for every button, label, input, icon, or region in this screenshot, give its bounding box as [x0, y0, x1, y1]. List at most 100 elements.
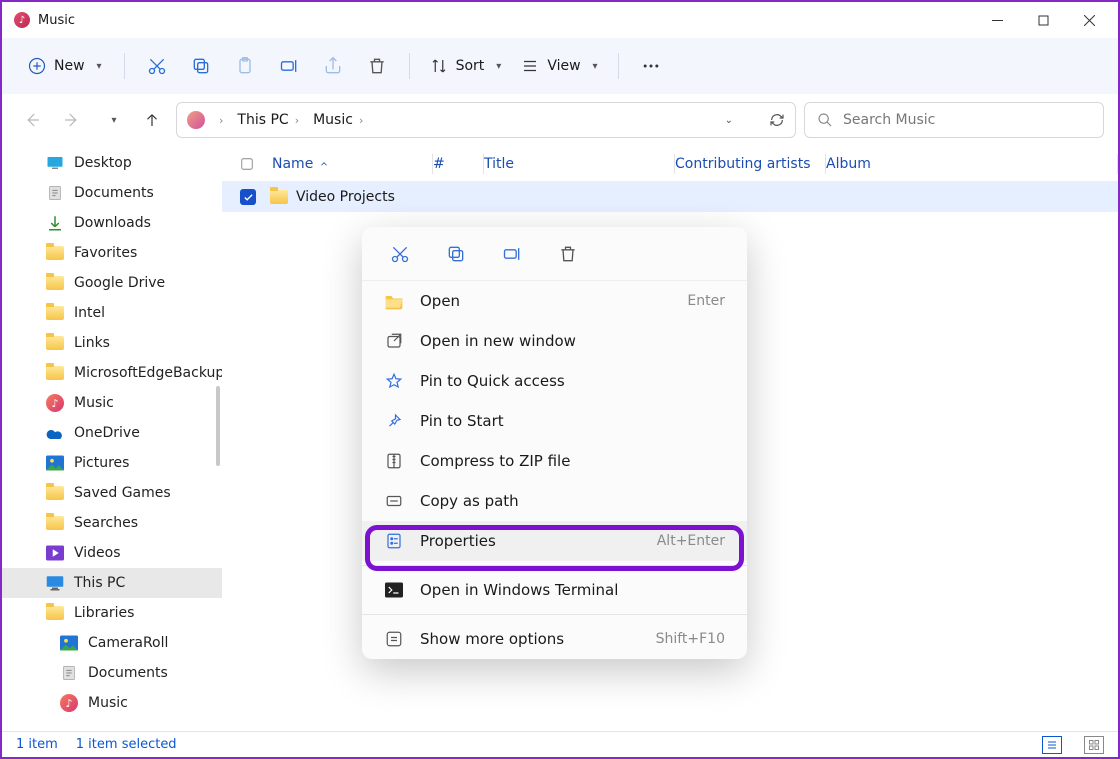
column-album[interactable]: Album: [826, 156, 1117, 172]
ctx-copy-as-path[interactable]: Copy as path: [362, 481, 747, 521]
sidebar-item-intel[interactable]: Intel: [2, 298, 222, 328]
folder-icon: [46, 364, 64, 382]
ctx-item-label: Open in new window: [420, 332, 576, 350]
ctx-properties[interactable]: PropertiesAlt+Enter: [362, 521, 747, 561]
thumbnails-view-button[interactable]: [1084, 736, 1104, 754]
properties-icon: [384, 531, 404, 551]
file-row[interactable]: Video Projects: [222, 182, 1118, 212]
delete-button[interactable]: [355, 46, 399, 86]
back-button[interactable]: [16, 104, 48, 136]
sidebar-item-onedrive[interactable]: OneDrive: [2, 418, 222, 448]
path-icon: [384, 491, 404, 511]
sidebar-item-saved-games[interactable]: Saved Games: [2, 478, 222, 508]
sidebar-item-cameraroll[interactable]: CameraRoll: [2, 628, 222, 658]
sidebar-item-downloads[interactable]: Downloads: [2, 208, 222, 238]
sidebar-item-documents[interactable]: Documents: [2, 658, 222, 688]
folder-icon: [46, 274, 64, 292]
sort-label: Sort: [456, 58, 485, 74]
sidebar-item-label: Links: [74, 335, 110, 351]
address-bar[interactable]: › This PC› Music› ⌄: [176, 102, 796, 138]
sidebar-item-label: Favorites: [74, 245, 137, 261]
sidebar-item-label: Searches: [74, 515, 138, 531]
chevron-down-icon: ▾: [593, 61, 598, 72]
search-box[interactable]: Search Music: [804, 102, 1104, 138]
sort-asc-icon: [319, 159, 329, 169]
copy-button[interactable]: [179, 46, 223, 86]
sidebar-item-music[interactable]: ♪Music: [2, 388, 222, 418]
zip-icon: [384, 451, 404, 471]
view-button[interactable]: View ▾: [511, 51, 607, 81]
column-number[interactable]: #: [433, 156, 483, 172]
ctx-item-label: Copy as path: [420, 492, 519, 510]
address-dropdown[interactable]: ⌄: [725, 115, 733, 126]
chevron-right-icon: ›: [219, 114, 223, 127]
sidebar-item-label: Documents: [74, 185, 154, 201]
sidebar-item-libraries[interactable]: Libraries: [2, 598, 222, 628]
sidebar-item-label: OneDrive: [74, 425, 140, 441]
recent-dropdown[interactable]: ▾: [96, 104, 128, 136]
sidebar-item-label: Music: [88, 695, 128, 711]
ctx-show-more-options[interactable]: Show more optionsShift+F10: [362, 619, 747, 659]
details-view-button[interactable]: [1042, 736, 1062, 754]
sidebar-item-favorites[interactable]: Favorites: [2, 238, 222, 268]
row-checkbox[interactable]: [240, 189, 256, 205]
title-bar: ♪ Music: [2, 2, 1118, 38]
window-title: Music: [38, 13, 75, 28]
share-button[interactable]: [311, 46, 355, 86]
column-title[interactable]: Title: [484, 156, 674, 172]
sidebar-item-label: Documents: [88, 665, 168, 681]
folder-icon: [46, 244, 64, 262]
ctx-pin-to-start[interactable]: Pin to Start: [362, 401, 747, 441]
paste-button[interactable]: [223, 46, 267, 86]
cut-button[interactable]: [135, 46, 179, 86]
videos-icon: [46, 544, 64, 562]
ctx-copy-button[interactable]: [438, 236, 474, 272]
ctx-delete-button[interactable]: [550, 236, 586, 272]
sidebar-item-pictures[interactable]: Pictures: [2, 448, 222, 478]
column-header: Name # Title Contributing artists Album: [222, 146, 1118, 182]
ctx-item-label: Compress to ZIP file: [420, 452, 570, 470]
sidebar-item-label: Libraries: [74, 605, 134, 621]
more-button[interactable]: [629, 46, 673, 86]
sidebar-item-links[interactable]: Links: [2, 328, 222, 358]
sort-button[interactable]: Sort ▾: [420, 51, 512, 81]
sidebar-item-this-pc[interactable]: This PC: [2, 568, 222, 598]
sidebar-item-label: Saved Games: [74, 485, 171, 501]
close-button[interactable]: [1066, 5, 1112, 35]
select-all-checkbox[interactable]: [240, 157, 254, 171]
chevron-down-icon: ▾: [496, 61, 501, 72]
sidebar-item-documents[interactable]: Documents: [2, 178, 222, 208]
cloud-icon: [46, 424, 64, 442]
ctx-compress-to-zip-file[interactable]: Compress to ZIP file: [362, 441, 747, 481]
scrollbar[interactable]: [216, 386, 220, 466]
down-icon: [46, 214, 64, 232]
column-artists[interactable]: Contributing artists: [675, 156, 825, 172]
new-button[interactable]: New ▾: [16, 51, 114, 81]
refresh-button[interactable]: [769, 112, 785, 128]
sidebar-item-videos[interactable]: Videos: [2, 538, 222, 568]
breadcrumb[interactable]: This PC›: [237, 112, 303, 128]
ctx-open-in-new-window[interactable]: Open in new window: [362, 321, 747, 361]
ctx-item-label: Open in Windows Terminal: [420, 581, 618, 599]
column-name[interactable]: Name: [272, 156, 432, 172]
sidebar-item-google-drive[interactable]: Google Drive: [2, 268, 222, 298]
ctx-rename-button[interactable]: [494, 236, 530, 272]
sidebar-item-searches[interactable]: Searches: [2, 508, 222, 538]
ctx-open-in-windows-terminal[interactable]: Open in Windows Terminal: [362, 570, 747, 610]
sidebar-item-music[interactable]: ♪Music: [2, 688, 222, 718]
sidebar-item-label: Videos: [74, 545, 121, 561]
sidebar-item-label: Music: [74, 395, 114, 411]
sidebar-item-desktop[interactable]: Desktop: [2, 148, 222, 178]
up-button[interactable]: [136, 104, 168, 136]
search-icon: [817, 112, 833, 128]
minimize-button[interactable]: [974, 5, 1020, 35]
location-icon: [187, 111, 205, 129]
forward-button[interactable]: [56, 104, 88, 136]
rename-button[interactable]: [267, 46, 311, 86]
ctx-pin-to-quick-access[interactable]: Pin to Quick access: [362, 361, 747, 401]
maximize-button[interactable]: [1020, 5, 1066, 35]
ctx-open[interactable]: OpenEnter: [362, 281, 747, 321]
ctx-cut-button[interactable]: [382, 236, 418, 272]
sidebar-item-microsoftedgebackups[interactable]: MicrosoftEdgeBackups: [2, 358, 222, 388]
breadcrumb[interactable]: Music›: [313, 112, 367, 128]
